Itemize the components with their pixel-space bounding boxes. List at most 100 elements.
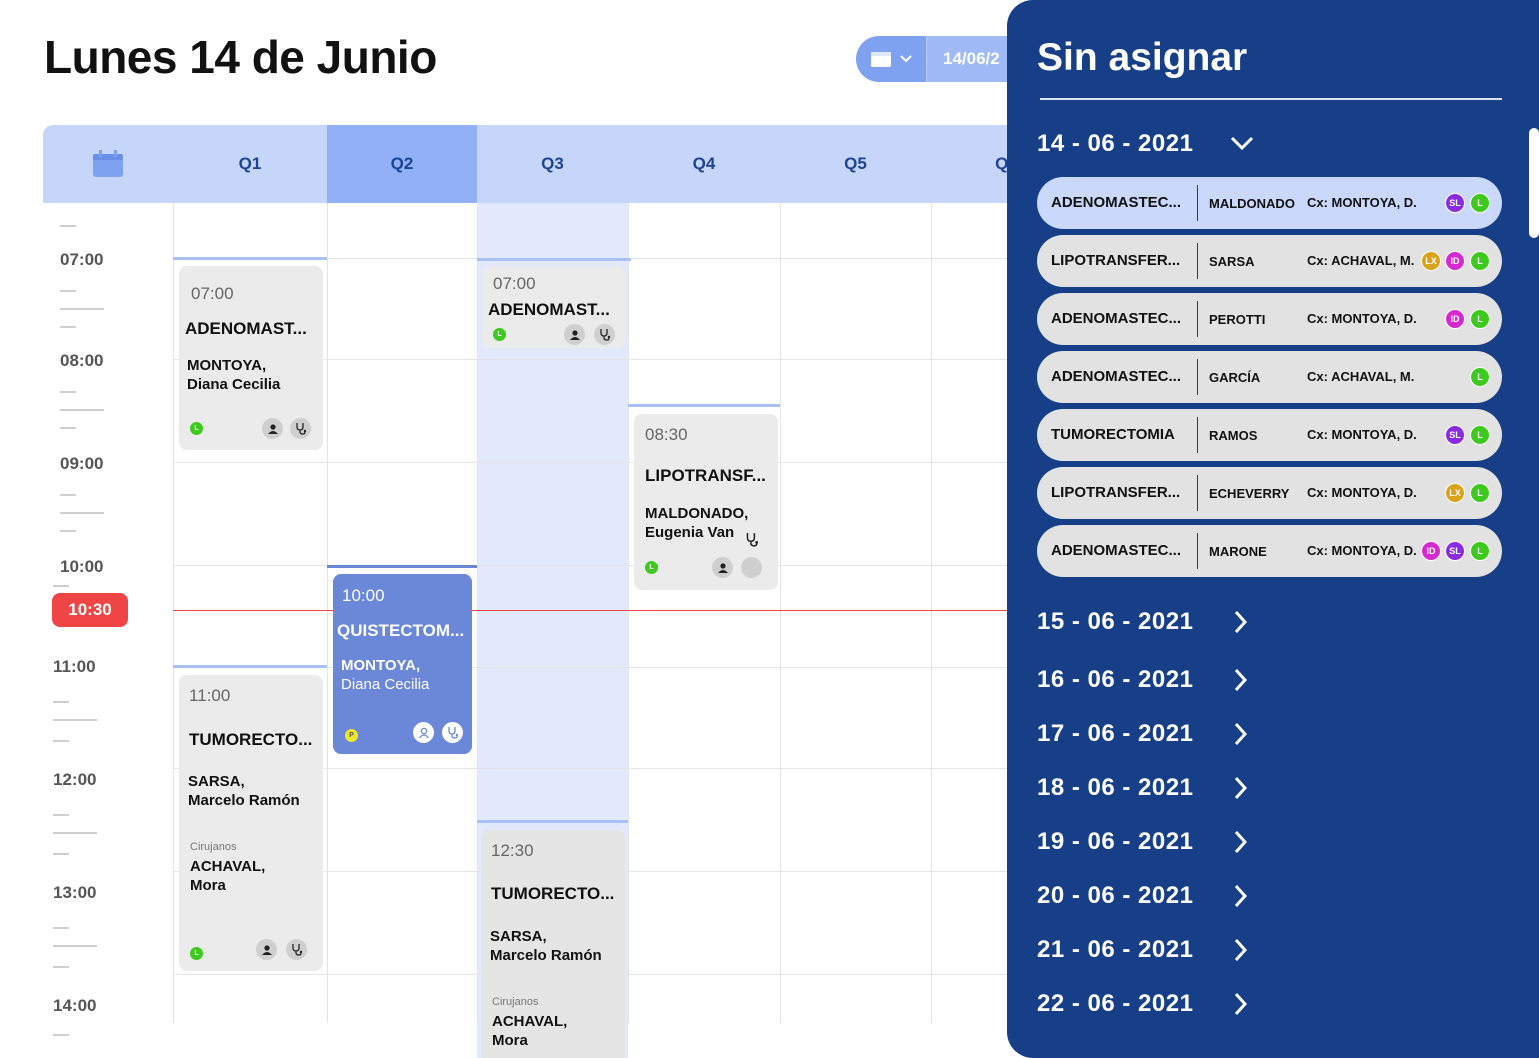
time-tick (60, 530, 76, 532)
stethoscope-icon[interactable] (442, 722, 463, 743)
chevron-right-icon[interactable] (1233, 884, 1247, 908)
slot-marker (173, 257, 327, 260)
date-group[interactable]: 19 - 06 - 2021 (1037, 828, 1193, 856)
time-tick (53, 966, 69, 968)
date-group[interactable]: 16 - 06 - 2021 (1037, 666, 1193, 694)
item-procedure: ADENOMASTEC... (1051, 368, 1182, 385)
surgery-card-selected[interactable]: 10:00 QUISTECTOM... MONTOYA, Diana Cecil… (333, 574, 472, 754)
item-divider (1197, 243, 1198, 279)
time-tick (53, 853, 69, 855)
item-procedure: ADENOMASTEC... (1051, 542, 1182, 559)
item-surgeon: Cx: MONTOYA, D. (1307, 485, 1417, 500)
card-patient-lastname: MALDONADO, (645, 505, 749, 522)
date-group[interactable]: 21 - 06 - 2021 (1037, 936, 1193, 964)
card-procedure: LIPOTRANSF... (645, 466, 766, 485)
time-label: 08:00 (60, 351, 104, 370)
item-surgeon: Cx: MONTOYA, D. (1307, 195, 1417, 210)
slot-marker (173, 665, 327, 668)
time-label: 12:00 (53, 770, 97, 789)
status-badge-p: P (345, 729, 358, 742)
column-header-q4[interactable]: Q4 (628, 125, 780, 203)
column-divider (931, 203, 932, 1023)
card-time: 07:00 (493, 274, 536, 293)
item-divider (1197, 359, 1198, 395)
status-badge-l: L (493, 328, 506, 341)
chevron-right-icon[interactable] (1233, 610, 1247, 634)
date-group[interactable]: 15 - 06 - 2021 (1037, 608, 1193, 636)
surgery-card[interactable]: 11:00 TUMORECTO... SARSA, Marcelo Ramón … (179, 675, 323, 971)
item-divider (1197, 417, 1198, 453)
time-tick (53, 701, 69, 703)
hour-line (173, 565, 1033, 566)
stethoscope-icon[interactable] (594, 324, 615, 345)
chevron-down-icon (900, 55, 912, 63)
time-tick (60, 512, 104, 514)
card-time: 11:00 (189, 686, 231, 705)
date-group[interactable]: 17 - 06 - 2021 (1037, 720, 1193, 748)
surgery-card[interactable]: 07:00 ADENOMAST... L (482, 266, 625, 348)
panel-title: Sin asignar (1037, 36, 1248, 79)
chevron-right-icon[interactable] (1233, 722, 1247, 746)
column-header-q5[interactable]: Q5 (780, 125, 931, 203)
card-procedure: QUISTECTOM... (337, 621, 465, 640)
calendar-header-icon-cell[interactable] (43, 125, 173, 203)
chevron-right-icon[interactable] (1233, 830, 1247, 854)
patient-icon[interactable] (262, 418, 283, 439)
unassigned-item[interactable]: LIPOTRANSFER... SARSA Cx: ACHAVAL, M. LX… (1037, 235, 1502, 287)
scrollbar[interactable] (1529, 128, 1539, 238)
tag-id: ID (1421, 541, 1441, 561)
card-procedure: ADENOMAST... (488, 300, 610, 319)
tag-sl: SL (1445, 541, 1465, 561)
card-surgeon-firstname: Mora (190, 877, 226, 894)
unassigned-item[interactable]: ADENOMASTEC... PEROTTI Cx: MONTOYA, D. I… (1037, 293, 1502, 345)
item-procedure: ADENOMASTEC... (1051, 310, 1182, 327)
time-label: 07:00 (60, 250, 104, 269)
date-group[interactable]: 20 - 06 - 2021 (1037, 882, 1193, 910)
stethoscope-icon[interactable] (290, 418, 311, 439)
surgery-card[interactable]: 07:00 ADENOMAST... MONTOYA, Diana Cecili… (179, 266, 323, 450)
time-label: 09:00 (60, 454, 104, 473)
slot-marker (327, 565, 477, 568)
date-group[interactable]: 18 - 06 - 2021 (1037, 774, 1193, 802)
item-surgeon: Cx: MONTOYA, D. (1307, 543, 1417, 558)
card-patient-firstname: Eugenia Van (645, 524, 735, 541)
surgery-card[interactable]: 08:30 LIPOTRANSF... MALDONADO, Eugenia V… (634, 414, 778, 590)
unassigned-item[interactable]: ADENOMASTEC... GARCÍA Cx: ACHAVAL, M. L (1037, 351, 1502, 403)
chevron-right-icon[interactable] (1233, 668, 1247, 692)
empty-slot-icon[interactable] (741, 557, 762, 578)
patient-icon[interactable] (564, 324, 585, 345)
column-header-q2[interactable]: Q2 (327, 125, 477, 203)
column-divider (780, 203, 781, 1023)
chevron-right-icon[interactable] (1233, 938, 1247, 962)
date-group-expanded[interactable]: 14 - 06 - 2021 (1037, 130, 1193, 158)
unassigned-item[interactable]: TUMORECTOMIA RAMOS Cx: MONTOYA, D. SL L (1037, 409, 1502, 461)
unassigned-item[interactable]: ADENOMASTEC... MARONE Cx: MONTOYA, D. ID… (1037, 525, 1502, 577)
calendar-header: Q1 Q2 Q3 Q4 Q5 Q6 (43, 125, 1033, 203)
hour-line (173, 462, 1033, 463)
date-picker-button[interactable] (856, 36, 926, 82)
column-header-q1[interactable]: Q1 (173, 125, 327, 203)
patient-icon[interactable] (712, 557, 733, 578)
chevron-down-icon[interactable] (1230, 135, 1254, 151)
column-header-q3[interactable]: Q3 (477, 125, 628, 203)
tag-l: L (1470, 309, 1490, 329)
tag-l: L (1470, 367, 1490, 387)
item-procedure: LIPOTRANSFER... (1051, 252, 1181, 269)
stethoscope-icon[interactable] (744, 532, 759, 552)
status-badge-l: L (645, 561, 658, 574)
page-title: Lunes 14 de Junio (44, 31, 437, 83)
time-tick (60, 391, 76, 393)
patient-icon[interactable] (256, 939, 277, 960)
surgery-card[interactable]: 12:30 TUMORECTO... SARSA, Marcelo Ramón … (481, 830, 625, 1058)
item-procedure: TUMORECTOMIA (1051, 426, 1175, 443)
patient-icon[interactable] (413, 722, 434, 743)
date-group[interactable]: 22 - 06 - 2021 (1037, 990, 1193, 1018)
chevron-right-icon[interactable] (1233, 992, 1247, 1016)
unassigned-item[interactable]: LIPOTRANSFER... ECHEVERRY Cx: MONTOYA, D… (1037, 467, 1502, 519)
time-tick (60, 427, 76, 429)
chevron-right-icon[interactable] (1233, 776, 1247, 800)
unassigned-item[interactable]: ADENOMASTEC... MALDONADO Cx: MONTOYA, D.… (1037, 177, 1502, 229)
time-label: 14:00 (53, 996, 97, 1015)
stethoscope-icon[interactable] (286, 939, 307, 960)
time-tick (60, 326, 76, 328)
